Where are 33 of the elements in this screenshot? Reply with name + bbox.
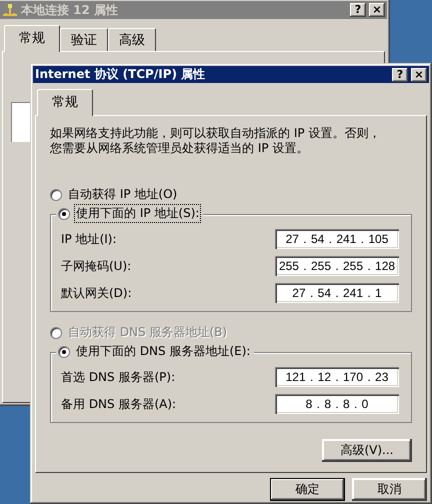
network-icon [2, 3, 18, 17]
description-text: 您需要从网络系统管理员处获得适当的 IP 设置。 [50, 141, 308, 156]
ip-address-field[interactable]: 27 . 54 . 241 . 105 [275, 229, 399, 249]
ip-address-field[interactable]: 27 . 54 . 241 . 1 [275, 283, 399, 303]
option-label: 自动获得 IP 地址(O) [67, 186, 178, 203]
ok-button[interactable]: 确定 [270, 478, 345, 501]
tab[interactable]: 常规 [37, 89, 93, 116]
window-title: 本地连接 12 属性 [21, 2, 120, 18]
close-button[interactable]: × [411, 68, 427, 82]
field-label: 备用 DNS 服务器(A): [61, 396, 176, 412]
ip-address-field[interactable]: 8 . 8 . 8 . 0 [275, 394, 399, 414]
window-title: Internet 协议 (TCP/IP) 属性 [35, 66, 206, 83]
radio-button[interactable] [58, 346, 70, 358]
description-text: 如果网络支持此功能，则可以获取自动指派的 IP 设置。否则， [50, 126, 380, 141]
help-button[interactable]: ? [392, 68, 408, 82]
option-label: 使用下面的 IP 地址(S): [75, 205, 200, 222]
field-label: 默认网关(D): [61, 284, 132, 302]
cancel-button[interactable]: 取消 [352, 478, 427, 501]
tab[interactable]: 高级 [108, 28, 156, 51]
field-label: 子网掩码(U): [61, 258, 132, 274]
field-label: IP 地址(I): [61, 230, 117, 248]
radio-button[interactable] [58, 208, 70, 220]
close-button[interactable]: × [369, 3, 385, 17]
tab[interactable]: 常规 [4, 25, 60, 52]
ip-address-field[interactable]: 255 . 255 . 255 . 128 [275, 256, 399, 276]
field-label: 首选 DNS 服务器(P): [61, 368, 176, 386]
tab[interactable]: 验证 [60, 28, 108, 51]
option-label: 自动获得 DNS 服务器地址(B) [67, 324, 228, 341]
help-button[interactable]: ? [350, 3, 366, 17]
ip-address-field[interactable]: 121 . 12 . 170 . 23 [275, 367, 399, 387]
option-label: 使用下面的 DNS 服务器地址(E): [75, 343, 252, 360]
advanced-button[interactable]: 高级(V)... [322, 439, 412, 462]
radio-button[interactable] [50, 188, 62, 200]
